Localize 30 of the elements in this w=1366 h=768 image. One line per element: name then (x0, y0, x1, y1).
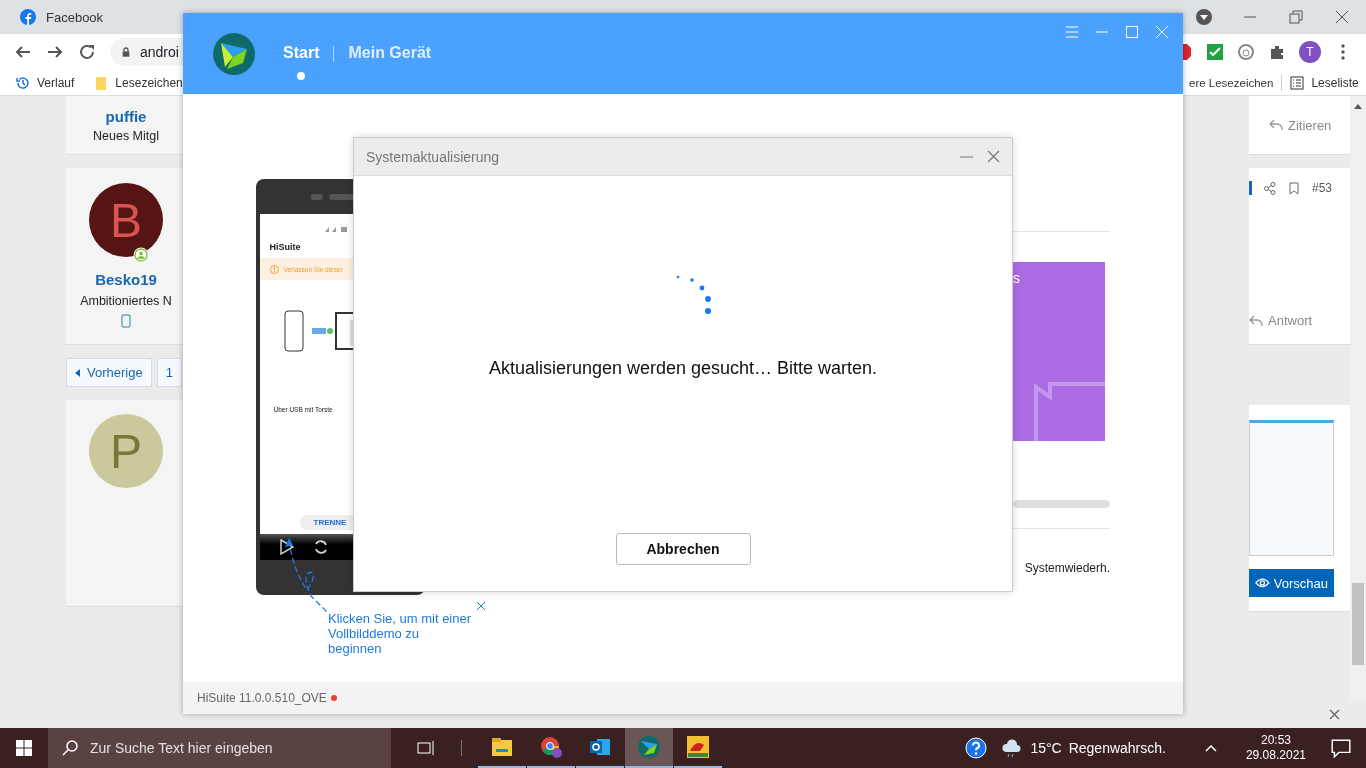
bookmark[interactable]: Lesezeichen (94, 75, 183, 90)
member-rank: Neues Mitgl (93, 128, 159, 143)
version-label: HiSuite 11.0.0.510_OVE (197, 691, 327, 705)
tab-title: Facebook (46, 9, 104, 25)
reply-link[interactable]: Antwort (1249, 313, 1350, 328)
search-field[interactable]: Zur Suche Text hier eingeben (48, 728, 391, 768)
avatar: P (89, 414, 163, 488)
status-label: Systemwiederh. (1023, 561, 1110, 575)
bookmark[interactable]: Verlauf (16, 75, 75, 90)
member-rank: Ambitioniertes N (80, 294, 172, 308)
quote-link[interactable]: Zitieren (1269, 117, 1332, 133)
browser-tab[interactable]: Facebook (8, 0, 178, 34)
page-button[interactable]: 1 (156, 358, 182, 387)
weather-widget[interactable]: 15°C Regenwahrsch. (1001, 737, 1166, 759)
bookmark-folder[interactable]: ere Lesezeichen (1189, 76, 1274, 89)
cancel-button[interactable]: Abbrechen (615, 533, 751, 565)
dialog-title: Systemaktualisierung (366, 148, 500, 165)
status-message: Aktualisierungen werden gesucht… Bitte warten. (488, 358, 878, 379)
profile-avatar[interactable]: T (1299, 41, 1321, 63)
preview-button[interactable]: Vorschau (1249, 569, 1334, 597)
clock[interactable]: 20:53 29.08.2021 (1245, 733, 1306, 763)
address-bar[interactable]: androi (110, 38, 185, 66)
post-number[interactable]: #53 (1312, 181, 1333, 195)
author-name[interactable]: puffie (105, 107, 147, 125)
previous-button[interactable]: Vorherige (66, 358, 152, 387)
reading-list[interactable]: Leseliste (1290, 75, 1359, 90)
hint-text: Klicken Sie, um mit einer Vollbilddemo zu beginnen (328, 611, 473, 656)
feature-card[interactable]: s (1013, 262, 1105, 441)
author-name[interactable]: Besko19 (95, 271, 157, 288)
app-title: HiSuite (268, 241, 302, 254)
